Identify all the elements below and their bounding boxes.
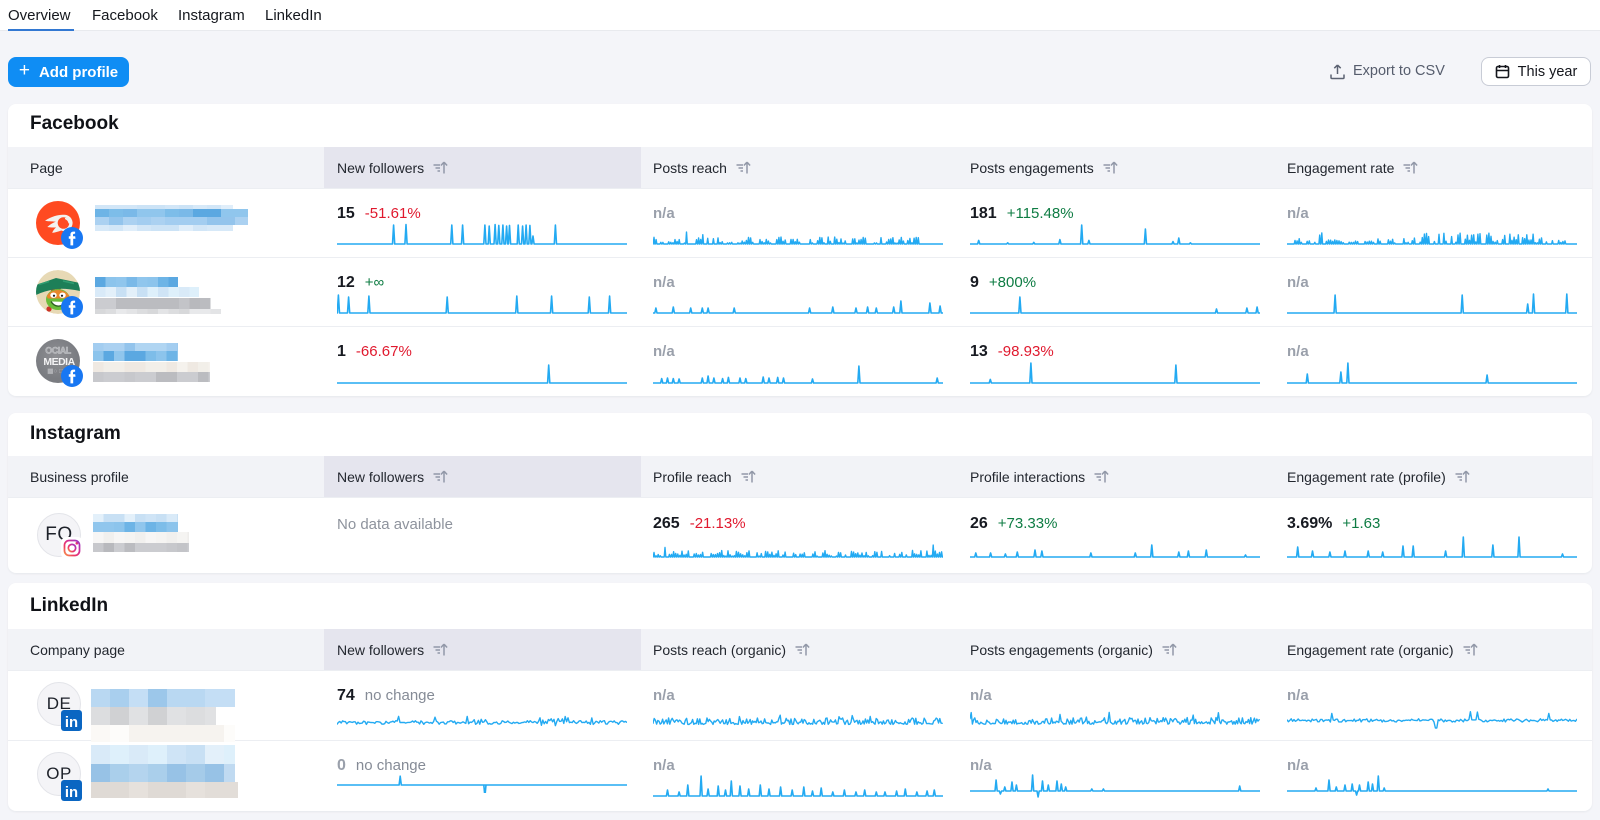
svg-text:in: in bbox=[65, 715, 78, 731]
svg-text:in: in bbox=[65, 785, 78, 801]
svg-text:OCIAL: OCIAL bbox=[45, 346, 72, 356]
